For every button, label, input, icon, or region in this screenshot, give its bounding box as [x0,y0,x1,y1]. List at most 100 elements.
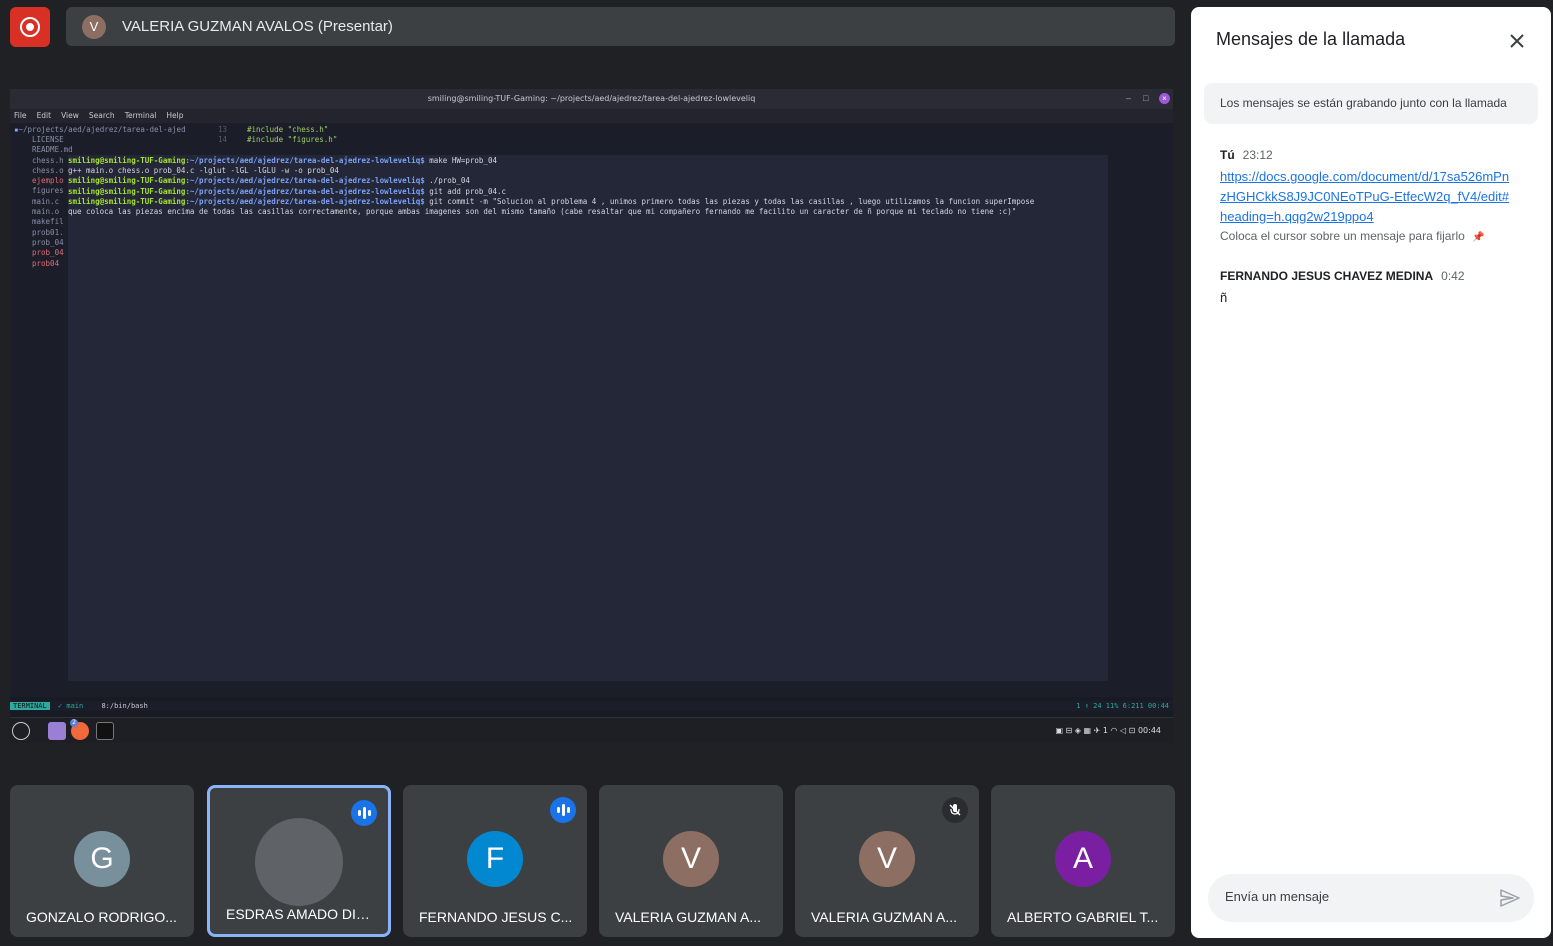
participant-tile[interactable]: V VALERIA GUZMAN A... [795,785,979,937]
maximize-icon: □ [1143,93,1149,103]
status-branch: main [66,702,84,710]
pin-hint: Coloca el cursor sobre un mensaje para f… [1220,229,1485,243]
message-input[interactable] [1223,888,1487,905]
file-tree-item: main.c [32,196,60,206]
prompt-user: smiling@smiling-TUF-Gaming [68,196,186,206]
message-text: ñ [1220,290,1228,305]
status-right: 1 ↑ 24 11% 6:211 00:44 [1076,702,1169,710]
file-tree-item: makefil [32,217,64,227]
file-tree-item: chess.h [32,155,64,165]
file-tree-item: figures [32,186,64,196]
terminal-menu-item: Edit [36,111,52,120]
participant-name: ALBERTO GABRIEL T... [1007,909,1159,925]
presenter-name: VALERIA GUZMAN AVALOS (Presentar) [122,18,393,35]
participant-avatar: V [859,831,915,887]
message-time: 0:42 [1441,269,1465,283]
prompt-user: smiling@smiling-TUF-Gaming [68,176,186,186]
prompt-user: smiling@smiling-TUF-Gaming [68,186,186,196]
prompt-path: :~/projects/aed/ajedrez/tarea-del-ajedre… [185,176,425,186]
notification-badge: 2 [70,719,78,727]
file-tree-item: LICENSE [32,135,64,144]
line-number: 14 [218,135,228,144]
recording-notice: Los mensajes se están grabando junto con… [1204,83,1538,124]
prompt-user: smiling@smiling-TUF-Gaming [68,156,186,165]
participant-avatar: V [663,831,719,887]
participant-tile[interactable]: F FERNANDO JESUS C... [403,785,587,937]
participant-name: VALERIA GUZMAN A... [811,909,958,925]
file-tree-item: README.md [32,145,73,155]
file-tree-item: prob_04 [32,248,64,258]
terminal-line: smiling@smiling-TUF-Gaming:~/projects/ae… [68,176,1168,186]
terminal-line: smiling@smiling-TUF-Gaming:~/projects/ae… [68,197,1168,207]
system-tray: ▣ ⊟ ◈ ▦ ✈ 1 ◠ ◁ ⊡ 00:44 [1055,726,1161,735]
presenter-bar: V VALERIA GUZMAN AVALOS (Presentar) [66,7,1175,46]
participant-avatar: G [74,831,130,887]
status-shell: 8:/bin/bash [101,702,148,710]
shared-screen: smiling@smiling-TUF-Gaming: ~/projects/a… [10,89,1173,743]
command-text: git add prob_04.c [424,186,507,196]
file-tree-item: prob04 [32,258,60,268]
files-icon [48,722,66,740]
message-time: 23:12 [1242,148,1273,162]
participant-name: ESDRAS AMADO DIA... [226,906,376,922]
pin-icon: 📌 [1472,232,1485,243]
branch-icon: ✓ [57,702,63,710]
mint-menu-icon [12,722,30,740]
desktop-panel: 2 ▣ ⊟ ◈ ▦ ✈ 1 ◠ ◁ ⊡ 00:44 [10,717,1173,743]
code-line: 14 #include "figures.h" [218,135,337,145]
participant-tile[interactable]: V VALERIA GUZMAN A... [599,785,783,937]
terminal-menu-item: Terminal [124,111,157,120]
terminal-menubar: File Edit View Search Terminal Help [10,109,1173,123]
participant-avatar: A [1055,831,1111,887]
chat-panel: Mensajes de la llamada Los mensajes se e… [1191,7,1551,938]
speaking-indicator-icon [351,800,377,826]
file-tree-item: ejemplo [32,176,64,186]
speaking-indicator-icon [550,797,576,823]
close-icon: × [1159,93,1170,104]
participant-tile[interactable]: ESDRAS AMADO DIA... [207,785,391,937]
terminal-output: smiling@smiling-TUF-Gaming:~/projects/ae… [68,156,1168,217]
file-tree: LICENSE README.md chess.h chess.o ejemplo fig… [14,135,74,269]
participant-tile[interactable]: G GONZALO RODRIGO... [10,785,194,937]
terminal-app-icon [96,722,114,740]
tray-icons: ▣ ⊟ ◈ ▦ ✈ 1 ◠ ◁ ⊡ [1055,726,1138,735]
terminal-line: smiling@smiling-TUF-Gaming:~/projects/ae… [68,156,1168,166]
recording-button[interactable] [10,7,50,47]
terminal-overlay [68,155,1108,681]
participant-avatar [255,818,343,906]
file-tree-item: main.o [32,207,60,217]
prompt-path: :~/projects/aed/ajedrez/tarea-del-ajedre… [185,156,425,165]
command-text: ./prob_04 [424,176,470,186]
command-text: make HW=prob_04 [424,156,497,165]
prompt-path: :~/projects/aed/ajedrez/tarea-del-ajedre… [185,196,425,206]
send-icon[interactable] [1498,886,1522,910]
message-header: Tú 23:12 [1220,148,1273,162]
record-icon [20,17,40,37]
participant-name: VALERIA GUZMAN A... [615,909,762,925]
mic-off-icon [942,797,968,823]
terminal-menu-item: Search [88,111,115,120]
command-text: git commit -m "Solucion al problema 4 , … [424,196,1035,206]
terminal-window-title: smiling@smiling-TUF-Gaming: ~/projects/a… [10,89,1173,109]
participant-name: GONZALO RODRIGO... [26,909,177,925]
status-mode: TERMINAL [10,702,50,710]
file-tree-item: prob01. [32,227,64,237]
participant-tile[interactable]: A ALBERTO GABRIEL T... [991,785,1175,937]
close-chat-button[interactable] [1507,31,1527,51]
code-text: #include "figures.h" [247,135,338,144]
code-text: #include "chess.h" [247,125,329,134]
file-tree-root: ▪~/projects/aed/ajedrez/tarea-del-ajed [14,125,186,134]
line-number: 13 [218,125,228,134]
presenter-avatar: V [82,14,106,39]
message-sender: Tú [1220,148,1235,162]
code-lines: 13 #include "chess.h" 14 #include "figures.… [218,125,337,145]
tray-clock: 00:44 [1137,726,1161,735]
message-link[interactable]: https://docs.google.com/document/d/17sa5… [1220,167,1510,227]
terminal-menu-item: File [14,111,27,120]
message-header: FERNANDO JESUS CHAVEZ MEDINA 0:42 [1220,269,1465,283]
file-tree-item: chess.o [32,165,64,175]
terminal-line: que coloca las piezas encima de todas la… [68,207,1017,217]
terminal-menu-item: Help [166,111,184,120]
chat-title: Mensajes de la llamada [1216,29,1406,49]
prompt-path: :~/projects/aed/ajedrez/tarea-del-ajedre… [185,186,425,196]
